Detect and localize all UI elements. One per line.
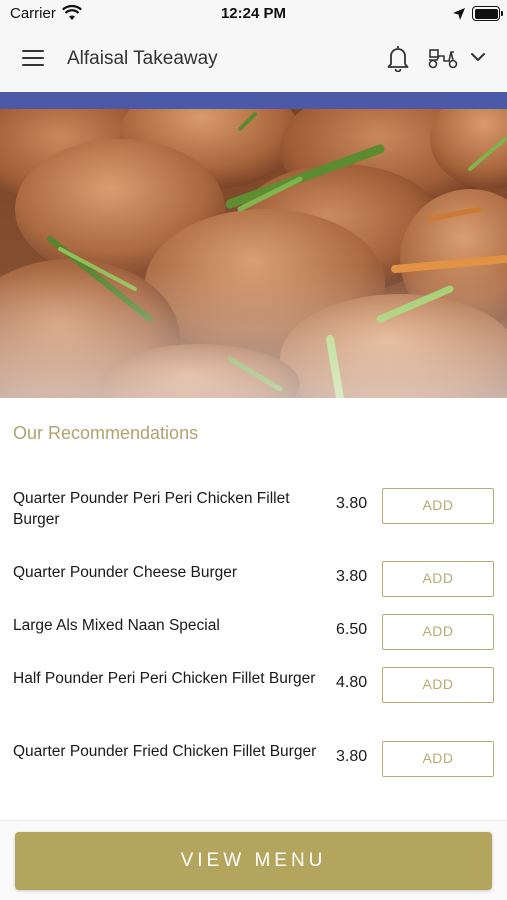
bell-icon[interactable] — [386, 44, 410, 72]
item-price: 6.50 — [336, 621, 368, 638]
item-name: Quarter Pounder Peri Peri Chicken Fillet… — [13, 490, 290, 528]
item-price: 3.80 — [336, 568, 368, 585]
chevron-down-icon[interactable] — [470, 50, 486, 64]
bottom-bar: VIEW MENU — [0, 820, 507, 900]
app-header: Alfaisal Takeaway — [0, 28, 507, 92]
clock: 12:24 PM — [220, 5, 287, 22]
recommendations-title: Our Recommendations — [13, 423, 199, 443]
scooter-icon[interactable] — [427, 46, 459, 70]
item-price: 3.80 — [336, 495, 368, 512]
accent-bar — [0, 92, 507, 109]
item-name: Quarter Pounder Cheese Burger — [13, 564, 238, 581]
view-menu-button[interactable]: VIEW MENU — [15, 832, 492, 890]
add-button[interactable]: ADD — [382, 614, 494, 650]
battery-icon — [472, 6, 503, 21]
item-name: Quarter Pounder Fried Chicken Fillet Bur… — [13, 743, 317, 760]
item-price: 4.80 — [336, 674, 368, 691]
item-name: Large Als Mixed Naan Special — [13, 617, 220, 634]
item-name: Half Pounder Peri Peri Chicken Fillet Bu… — [13, 670, 316, 687]
item-price: 3.80 — [336, 748, 368, 765]
menu-icon[interactable] — [22, 50, 44, 67]
status-bar: Carrier 12:24 PM — [0, 0, 507, 28]
location-arrow-icon — [453, 8, 465, 20]
add-button[interactable]: ADD — [382, 561, 494, 597]
app-title: Alfaisal Takeaway — [67, 48, 218, 69]
hero-food-image — [0, 109, 507, 398]
add-button[interactable]: ADD — [382, 667, 494, 703]
add-button[interactable]: ADD — [382, 488, 494, 524]
add-button[interactable]: ADD — [382, 741, 494, 777]
